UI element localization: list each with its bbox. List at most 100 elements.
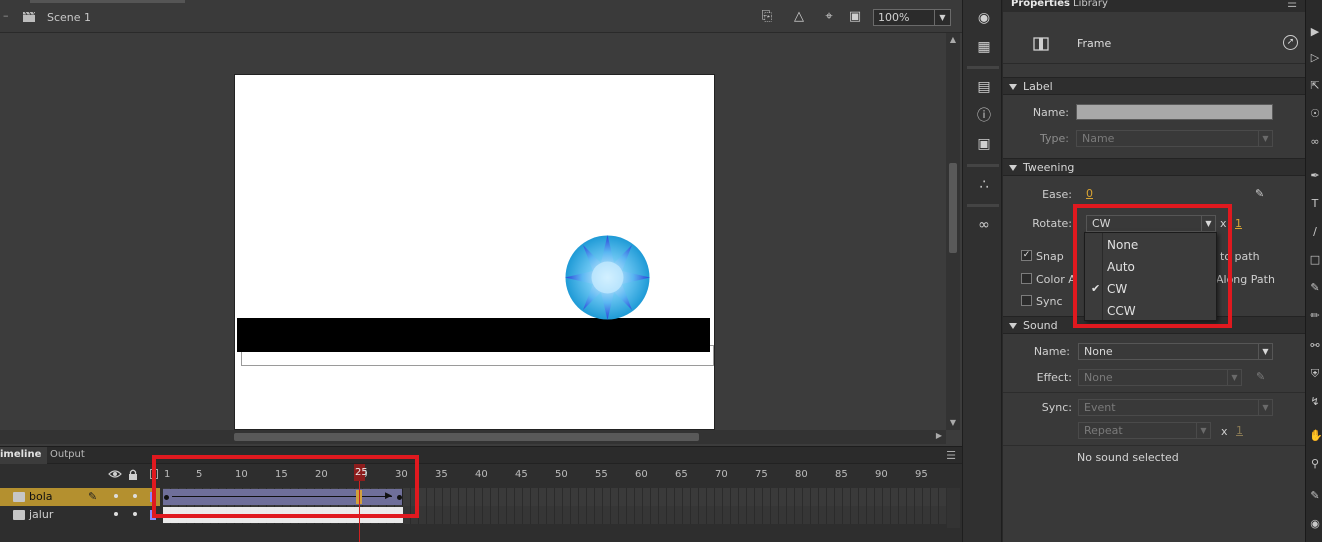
rotate-times-value[interactable]: 1 [1235,217,1242,230]
highlight-box-timeline [152,455,419,518]
chevron-down-icon: ▼ [1258,131,1272,146]
help-icon[interactable]: ➚ [1283,35,1298,50]
layer-row-bola[interactable]: bola ✎ [0,488,160,506]
properties-tabs: Properties Library ☰ [1003,0,1305,12]
repeat-times-x: x [1221,425,1228,438]
3d-rotation-tool-icon[interactable]: ☉ [1309,108,1321,120]
ruler-number: 85 [835,469,848,480]
clip-content-icon[interactable]: ▣ [846,9,864,25]
scroll-thumb[interactable] [234,433,699,441]
rectangle-tool-icon[interactable]: □ [1309,254,1321,266]
back-arrow-icon[interactable]: – [3,9,9,22]
snap-checkbox[interactable]: ✓ [1021,250,1032,261]
repeat-count[interactable]: 1 [1236,424,1243,437]
ground-bar-shape[interactable] [237,318,710,352]
ease-value[interactable]: 0 [1086,187,1093,200]
zoom-select[interactable]: 100% ▼ [873,9,951,26]
pencil-tool-icon[interactable]: ✎ [1309,282,1321,294]
tab-library[interactable]: Library [1067,0,1114,10]
label-type-select[interactable]: Name ▼ [1076,130,1273,147]
line-tool-icon[interactable]: ∕ [1309,226,1321,238]
creative-cloud-icon[interactable]: ∞ [975,216,993,234]
paint-bucket-tool-icon[interactable]: ⛨ [1309,368,1321,380]
align-icon[interactable]: ▤ [975,78,993,96]
ruler-number: 55 [595,469,608,480]
ruler-number: 50 [555,469,568,480]
selection-tool-icon[interactable]: ▶ [1309,26,1321,38]
lasso-tool-icon[interactable]: ∞ [1309,136,1321,148]
sound-sync-value: Event [1084,401,1116,414]
edit-ease-pencil-icon[interactable]: ✎ [1255,187,1264,200]
timeline-vertical-scrollbar[interactable] [947,488,960,528]
pen-tool-icon[interactable]: ✒ [1309,170,1321,182]
highlight-box-rotate [1073,204,1232,328]
free-transform-tool-icon[interactable]: ⇱ [1309,80,1321,92]
scroll-thumb[interactable] [949,163,957,253]
layer-name[interactable]: bola [29,490,53,503]
layer-name[interactable]: jalur [29,508,53,521]
panel-menu-icon[interactable]: ☰ [1287,0,1297,10]
ruler-number: 70 [715,469,728,480]
color-palette-icon[interactable]: ◉ [975,9,993,27]
zoom-tool-icon[interactable]: ⚲ [1309,458,1321,470]
section-title: Sound [1023,319,1058,332]
sound-sync-select[interactable]: Event ▼ [1078,399,1273,416]
section-header-label[interactable]: Label [1003,77,1305,95]
brush-tool-icon[interactable]: ✏ [1309,310,1321,322]
info-icon[interactable]: ⓘ [975,107,993,125]
layer-icon [13,492,25,502]
scroll-up-icon[interactable]: ▲ [946,35,960,45]
tab-output[interactable]: Output [44,447,91,464]
lock-dot[interactable] [133,494,137,498]
pencil-icon: ✎ [88,490,98,503]
scroll-down-icon[interactable]: ▼ [946,418,960,428]
stage-horizontal-scrollbar[interactable]: ▶ [0,430,946,444]
transform-icon[interactable]: ▣ [975,135,993,153]
lock-icon[interactable] [128,469,138,481]
sync-label: Sync [1036,295,1063,308]
scene-label[interactable]: Scene 1 [47,11,91,24]
tab-properties[interactable]: Properties [1005,0,1076,10]
panel-menu-icon[interactable]: ☰ [946,449,956,462]
edit-scene-icon[interactable]: △ [790,9,808,25]
ruler-number: 60 [635,469,648,480]
bone-tool-icon[interactable]: ⚯ [1309,340,1321,352]
sound-sync-label: Sync: [1041,401,1072,414]
scroll-right-icon[interactable]: ▶ [936,431,942,440]
eyedropper-tool-icon[interactable]: ↯ [1309,396,1321,408]
frame-label-name-input[interactable] [1076,104,1273,120]
zoom-value: 100% [878,11,910,24]
sound-repeat-select[interactable]: Repeat ▼ [1078,422,1211,439]
sound-effect-select[interactable]: None ▼ [1078,369,1242,386]
sound-name-select[interactable]: None ▼ [1078,343,1273,360]
sync-checkbox[interactable] [1021,295,1032,306]
text-tool-icon[interactable]: T [1309,198,1321,210]
section-header-tweening[interactable]: Tweening [1003,158,1305,176]
chevron-down-icon: ▼ [1196,423,1210,438]
visibility-dot[interactable] [114,494,118,498]
stage-area: – Scene 1 ⎘ △ ⌖ ▣ 100% ▼ ▲ ▼ ▶ [0,0,962,446]
edit-sound-pencil-icon[interactable]: ✎ [1256,370,1265,383]
color-along-checkbox[interactable] [1021,273,1032,284]
ball-shape[interactable] [563,233,652,322]
color-along-label: Color A [1036,273,1076,286]
swatches-grid-icon[interactable]: ▦ [975,38,993,56]
frame-icon [1033,37,1049,51]
layer-row-jalur[interactable]: jalur [0,506,160,524]
clapperboard-icon [23,11,36,22]
edit-symbols-icon[interactable]: ⎘ [758,9,776,25]
center-stage-icon[interactable]: ⌖ [820,9,838,25]
document-tab-strip[interactable] [30,0,185,3]
tab-timeline[interactable]: imeline [0,447,48,464]
visibility-dot[interactable] [114,512,118,516]
hand-tool-icon[interactable]: ✋ [1309,430,1322,442]
ruler-number: 90 [875,469,888,480]
section-title: Label [1023,80,1053,93]
eye-icon[interactable] [108,469,122,479]
stage-vertical-scrollbar[interactable]: ▲ ▼ [946,33,960,430]
stroke-color-icon[interactable]: ✎ [1309,490,1321,502]
subselection-tool-icon[interactable]: ▷ [1309,52,1321,64]
fill-color-icon[interactable]: ◉ [1309,518,1321,530]
lock-dot[interactable] [133,512,137,516]
motion-presets-icon[interactable]: ∴ [975,176,993,194]
